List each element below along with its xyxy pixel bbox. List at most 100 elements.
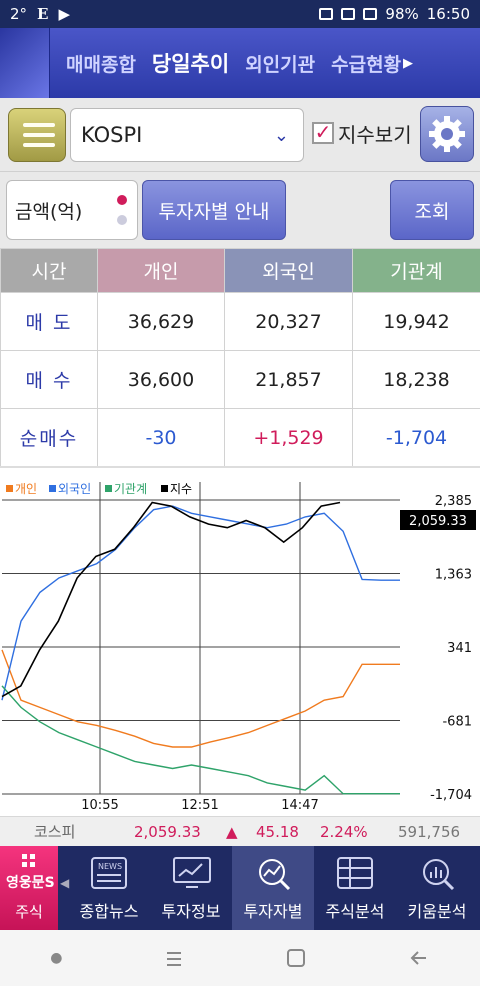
status-bar: 2° E ▶ 98% 16:50	[0, 0, 480, 28]
series-line-2	[1, 685, 400, 795]
table-cell: 21,857	[224, 350, 353, 409]
temperature: 2°	[10, 5, 28, 23]
show-index-checkbox[interactable]: ✓	[312, 122, 334, 144]
nav-item-stock-analysis[interactable]: 주식분석	[314, 846, 396, 930]
news-icon: NEWS	[91, 857, 127, 889]
y-tick-label: 2,385	[435, 494, 472, 509]
top-tab-bar: 매매종합 당일추이 외인기관 수급현황 ▶	[0, 28, 480, 98]
legend-label: 지수	[170, 482, 192, 496]
legend-label: 외국인	[58, 482, 91, 496]
index-change: 45.18	[256, 822, 299, 841]
index-name: 코스피	[34, 823, 76, 841]
x-tick-label: 12:51	[181, 798, 218, 813]
legend-label: 기관계	[114, 482, 147, 496]
row-label: 매 도	[0, 292, 98, 351]
tab-bar-notch	[0, 28, 50, 98]
system-nav-bar: ●	[0, 930, 480, 986]
nav-item-news[interactable]: NEWS 종합뉴스	[68, 846, 150, 930]
tab-trade-summary[interactable]: 매매종합	[66, 50, 136, 77]
nav-label-kiwoom-analysis: 키움분석	[407, 902, 467, 921]
index-price: 2,059.33	[134, 822, 201, 841]
row-label: 순매수	[0, 408, 98, 467]
change-arrow-icon: ▲	[226, 822, 238, 841]
investor-table: 시간 개인 외국인 기관계 매 도 36,629 20,327 19,942 매 수 36…	[0, 248, 480, 467]
bottom-nav: 영웅문S 주식 ◀ NEWS 종합뉴스 투자정보 투자자별 주식분석 키움분석	[0, 846, 480, 930]
market-select[interactable]: KOSPI ⌄	[70, 108, 304, 162]
chevron-down-icon: ⌄	[273, 125, 289, 146]
table-row: 매 도 36,629 20,327 19,942	[0, 292, 480, 351]
chart-svg: 2,385 1,363 341 -681 -1,704 10:55 12:51 14:47 2,…	[1, 482, 476, 813]
y-tick-label: 341	[447, 641, 472, 656]
tab-daily-trend[interactable]: 당일추이	[152, 48, 229, 78]
query-button[interactable]: 조회	[390, 180, 474, 240]
gear-icon	[429, 116, 465, 152]
index-rate: 2.24%	[320, 822, 368, 841]
battery-level: 98%	[385, 5, 419, 23]
toggle-dot-inactive	[117, 215, 127, 225]
amount-unit-label: 금액(억)	[15, 201, 83, 223]
table-cell: 36,600	[97, 350, 225, 409]
magnifier-bars-icon	[423, 859, 455, 891]
dot-icon[interactable]: ●	[50, 950, 62, 966]
table-row: 순매수 -30 +1,529 -1,704	[0, 408, 480, 467]
home-icon[interactable]	[285, 947, 307, 969]
investor-trend-chart[interactable]: 2,385 1,363 341 -681 -1,704 10:55 12:51 14:47 2,…	[0, 466, 480, 816]
table-cell: 18,238	[352, 350, 480, 409]
legend-swatch	[161, 485, 168, 492]
y-tick-label: -1,704	[430, 788, 472, 803]
header-foreign: 외국인	[224, 248, 353, 293]
table-cell: -30	[97, 408, 225, 467]
nav-label-news: 종합뉴스	[79, 902, 139, 921]
index-volume: 591,756	[398, 822, 461, 841]
app-logo: 영웅문S	[6, 875, 55, 891]
nav-item-stock[interactable]: 영웅문S 주식	[0, 846, 58, 930]
market-select-value: KOSPI	[81, 123, 143, 147]
tab-scroll-right-icon[interactable]: ▶	[403, 56, 413, 71]
header-time: 시간	[0, 248, 98, 293]
table-cell: 19,942	[352, 292, 480, 351]
legend-swatch	[6, 485, 13, 492]
table-cell: 20,327	[224, 292, 353, 351]
table-cell: -1,704	[352, 408, 480, 467]
show-index-label: 지수보기	[338, 123, 412, 147]
legend-swatch	[49, 485, 56, 492]
y-tick-label: -681	[442, 714, 472, 729]
nav-item-invest-info[interactable]: 투자정보	[150, 846, 232, 930]
bluetooth-icon	[341, 8, 356, 20]
control-row-2: 금액(억) 투자자별 안내 조회	[0, 172, 480, 248]
nav-label-stock-analysis: 주식분석	[325, 902, 385, 921]
series-line-0	[1, 649, 400, 748]
table-cell: +1,529	[224, 408, 353, 467]
table-cell: 36,629	[97, 292, 225, 351]
search-chart-icon	[259, 859, 291, 891]
table-icon	[337, 857, 373, 889]
recent-apps-icon[interactable]	[163, 947, 185, 969]
menu-button[interactable]	[8, 108, 66, 162]
current-value-label: 2,059.33	[409, 514, 467, 529]
row-label: 매 수	[0, 350, 98, 409]
back-icon[interactable]	[408, 947, 430, 969]
status-icon-play: ▶	[58, 5, 71, 23]
x-tick-label: 10:55	[81, 798, 118, 813]
x-tick-label: 14:47	[281, 798, 318, 813]
nav-item-kiwoom-analysis[interactable]: 키움분석	[396, 846, 478, 930]
alarm-icon	[319, 8, 334, 20]
investor-guide-button[interactable]: 투자자별 안내	[142, 180, 286, 240]
signal-icon	[363, 8, 378, 20]
tab-supply-demand[interactable]: 수급현황	[331, 50, 401, 77]
y-tick-label: 1,363	[435, 567, 472, 582]
header-individual: 개인	[97, 248, 225, 293]
grid-icon	[22, 854, 36, 868]
table-row: 매 수 36,600 21,857 18,238	[0, 350, 480, 409]
nav-item-by-investor[interactable]: 투자자별	[232, 846, 314, 930]
nav-label-by-investor: 투자자별	[243, 902, 303, 921]
monitor-chart-icon	[173, 857, 211, 888]
amount-unit-toggle[interactable]: 금액(억)	[6, 180, 138, 240]
clock: 16:50	[426, 5, 470, 23]
index-info-bar: 코스피 2,059.33 ▲ 45.18 2.24% 591,756	[0, 816, 480, 846]
nav-label-invest-info: 투자정보	[161, 902, 221, 921]
tab-foreign-institution[interactable]: 외인기관	[245, 50, 315, 77]
settings-button[interactable]	[420, 106, 474, 162]
toggle-dot-active	[117, 195, 127, 205]
series-line-1	[1, 505, 400, 701]
